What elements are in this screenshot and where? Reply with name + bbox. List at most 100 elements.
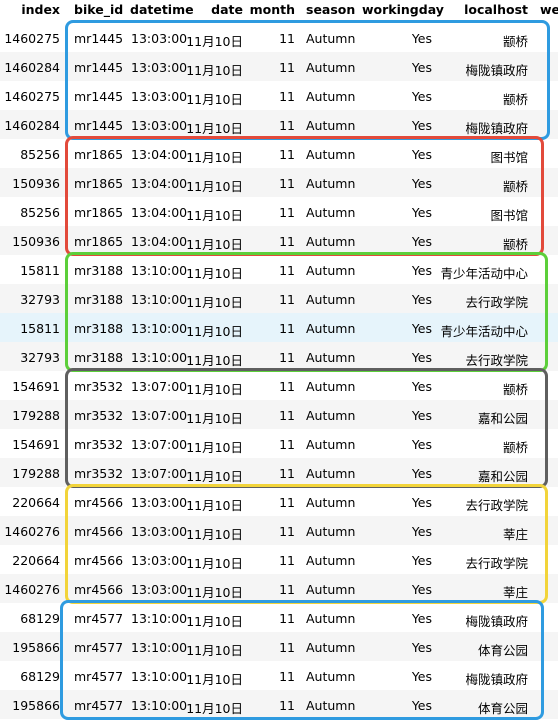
- cell-index: 179288: [12, 408, 60, 423]
- col-header-season[interactable]: season: [306, 2, 355, 17]
- cell-datetime: 13:07:00: [131, 466, 188, 481]
- cell-season: Autumn: [306, 611, 356, 626]
- col-header-workingday[interactable]: workingday: [362, 2, 444, 17]
- cell-month: 11: [279, 379, 295, 394]
- table-row[interactable]: 195866 mr4577 13:10:00 11月10日 11 Autumn Yes 体育公…: [0, 690, 558, 719]
- cell-datetime: 13:10:00: [131, 698, 188, 713]
- cell-datetime: 13:07:00: [131, 408, 188, 423]
- table-row[interactable]: 1460284 mr1445 13:03:00 11月10日 11 Autumn Yes 梅陇…: [0, 52, 558, 81]
- cell-date: 11月10日: [186, 150, 243, 165]
- cell-month: 11: [279, 350, 295, 365]
- cell-bike-id: mr3532: [74, 408, 124, 423]
- table-row[interactable]: 154691 mr3532 13:07:00 11月10日 11 Autumn Yes 颛桥: [0, 371, 558, 400]
- cell-workingday: Yes: [411, 553, 432, 568]
- cell-month: 11: [279, 582, 295, 597]
- table-row[interactable]: 220664 mr4566 13:03:00 11月10日 11 Autumn Yes 去行政…: [0, 545, 558, 574]
- table-row[interactable]: 150936 mr1865 13:04:00 11月10日 11 Autumn Yes 颛桥: [0, 226, 558, 255]
- table-row[interactable]: 68129 mr4577 13:10:00 11月10日 11 Autumn Yes 梅陇镇政…: [0, 661, 558, 690]
- cell-date: 11月10日: [186, 411, 243, 426]
- cell-datetime: 13:10:00: [131, 321, 188, 336]
- cell-workingday: Yes: [411, 321, 432, 336]
- table-row[interactable]: 220664 mr4566 13:03:00 11月10日 11 Autumn Yes 去行政…: [0, 487, 558, 516]
- cell-datetime: 13:03:00: [131, 553, 188, 568]
- cell-datetime: 13:03:00: [131, 89, 188, 104]
- table-row[interactable]: 32793 mr3188 13:10:00 11月10日 11 Autumn Yes 去行政学…: [0, 284, 558, 313]
- cell-season: Autumn: [306, 321, 356, 336]
- table-row[interactable]: 195866 mr4577 13:10:00 11月10日 11 Autumn Yes 体育公…: [0, 632, 558, 661]
- table-row[interactable]: 15811 mr3188 13:10:00 11月10日 11 Autumn Yes 青少年活…: [0, 313, 558, 342]
- cell-bike-id: mr4577: [74, 640, 124, 655]
- cell-localhost: 嘉和公园: [477, 411, 528, 426]
- table-row[interactable]: 150936 mr1865 13:04:00 11月10日 11 Autumn Yes 颛桥: [0, 168, 558, 197]
- cell-localhost: 去行政学院: [465, 295, 528, 310]
- cell-bike-id: mr4566: [74, 495, 124, 510]
- col-header-date[interactable]: date: [211, 2, 243, 17]
- table-row[interactable]: 154691 mr3532 13:07:00 11月10日 11 Autumn Yes 颛桥: [0, 429, 558, 458]
- cell-index: 195866: [12, 640, 60, 655]
- cell-datetime: 13:03:00: [131, 60, 188, 75]
- cell-index: 15811: [20, 321, 60, 336]
- cell-month: 11: [279, 408, 295, 423]
- cell-month: 11: [279, 321, 295, 336]
- cell-month: 11: [279, 495, 295, 510]
- cell-season: Autumn: [306, 263, 356, 278]
- cell-date: 11月10日: [186, 672, 243, 687]
- cell-date: 11月10日: [186, 324, 243, 339]
- table-row[interactable]: 1460284 mr1445 13:03:00 11月10日 11 Autumn Yes 梅陇…: [0, 110, 558, 139]
- col-header-index[interactable]: index: [21, 2, 60, 17]
- table-row[interactable]: 1460275 mr1445 13:03:00 11月10日 11 Autumn Yes 颛桥: [0, 23, 558, 52]
- cell-workingday: Yes: [411, 698, 432, 713]
- table-row[interactable]: 85256 mr1865 13:04:00 11月10日 11 Autumn Yes 图书馆: [0, 139, 558, 168]
- table-row[interactable]: 85256 mr1865 13:04:00 11月10日 11 Autumn Yes 图书馆: [0, 197, 558, 226]
- cell-index: 1460275: [4, 89, 60, 104]
- cell-localhost: 莘庄: [502, 527, 528, 542]
- cell-date: 11月10日: [186, 179, 243, 194]
- cell-month: 11: [279, 31, 295, 46]
- cell-season: Autumn: [306, 350, 356, 365]
- cell-bike-id: mr4566: [74, 524, 124, 539]
- cell-date: 11月10日: [186, 643, 243, 658]
- cell-bike-id: mr1865: [74, 147, 124, 162]
- cell-month: 11: [279, 669, 295, 684]
- cell-localhost: 梅陇镇政府: [465, 63, 528, 78]
- cell-index: 154691: [12, 379, 60, 394]
- table-row[interactable]: 32793 mr3188 13:10:00 11月10日 11 Autumn Yes 去行政学…: [0, 342, 558, 371]
- cell-index: 1460276: [4, 524, 60, 539]
- cell-localhost: 莘庄: [502, 585, 528, 600]
- cell-index: 1460284: [4, 60, 60, 75]
- cell-index: 220664: [12, 495, 60, 510]
- cell-index: 85256: [20, 205, 60, 220]
- cell-workingday: Yes: [411, 495, 432, 510]
- table-row[interactable]: 15811 mr3188 13:10:00 11月10日 11 Autumn Yes 青少年活…: [0, 255, 558, 284]
- cell-month: 11: [279, 640, 295, 655]
- table-row[interactable]: 68129 mr4577 13:10:00 11月10日 11 Autumn Yes 梅陇镇政…: [0, 603, 558, 632]
- cell-season: Autumn: [306, 31, 356, 46]
- cell-bike-id: mr3188: [74, 350, 124, 365]
- cell-datetime: 13:03:00: [131, 31, 188, 46]
- cell-date: 11月10日: [186, 266, 243, 281]
- cell-season: Autumn: [306, 89, 356, 104]
- cell-season: Autumn: [306, 147, 356, 162]
- cell-localhost: 颛桥: [502, 440, 528, 455]
- col-header-localhost[interactable]: localhost: [464, 2, 528, 17]
- table-row[interactable]: 1460275 mr1445 13:03:00 11月10日 11 Autumn Yes 颛桥: [0, 81, 558, 110]
- table-row[interactable]: 1460276 mr4566 13:03:00 11月10日 11 Autumn Yes 莘庄: [0, 574, 558, 603]
- col-header-datetime[interactable]: datetime: [130, 2, 194, 17]
- cell-workingday: Yes: [411, 379, 432, 394]
- col-header-month[interactable]: month: [250, 2, 295, 17]
- table-row[interactable]: 179288 mr3532 13:07:00 11月10日 11 Autumn Yes 嘉和公…: [0, 458, 558, 487]
- col-header-we[interactable]: we: [540, 2, 558, 17]
- col-header-bike-id[interactable]: bike_id: [74, 2, 123, 17]
- cell-date: 11月10日: [186, 614, 243, 629]
- cell-month: 11: [279, 553, 295, 568]
- cell-date: 11月10日: [186, 556, 243, 571]
- cell-localhost: 颛桥: [502, 92, 528, 107]
- cell-bike-id: mr1865: [74, 205, 124, 220]
- cell-workingday: Yes: [411, 118, 432, 133]
- table-row[interactable]: 179288 mr3532 13:07:00 11月10日 11 Autumn Yes 嘉和公…: [0, 400, 558, 429]
- table-row[interactable]: 1460276 mr4566 13:03:00 11月10日 11 Autumn Yes 莘庄: [0, 516, 558, 545]
- cell-index: 68129: [20, 611, 60, 626]
- cell-month: 11: [279, 437, 295, 452]
- cell-date: 11月10日: [186, 701, 243, 716]
- cell-workingday: Yes: [411, 292, 432, 307]
